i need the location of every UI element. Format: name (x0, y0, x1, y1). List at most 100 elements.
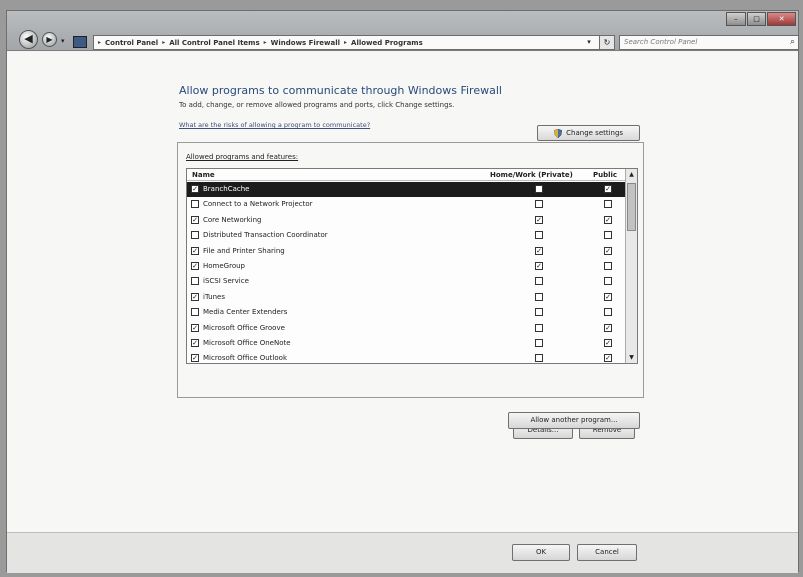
breadcrumb-separator[interactable]: ▸ (264, 39, 267, 46)
control-panel-icon (73, 36, 87, 48)
program-enabled-checkbox[interactable]: ✓ (191, 338, 199, 347)
breadcrumb-separator[interactable]: ▸ (162, 39, 165, 46)
table-row[interactable]: ✓ iTunes ✓ (187, 290, 627, 305)
table-row[interactable]: ✓ BranchCache ✓ (187, 182, 627, 198)
program-enabled-checkbox[interactable] (191, 231, 199, 240)
table-row[interactable]: ✓ HomeGroup ✓ (187, 259, 627, 274)
table-row[interactable]: ✓ Microsoft Office OneNote ✓ (187, 336, 627, 351)
breadcrumb-control-panel[interactable]: Control Panel (105, 39, 158, 47)
home-work-checkbox[interactable]: ✓ (535, 261, 543, 270)
minimize-button[interactable]: – (726, 12, 746, 26)
public-checkbox[interactable] (604, 308, 612, 317)
program-enabled-checkbox[interactable]: ✓ (191, 185, 199, 193)
breadcrumb-all-items[interactable]: All Control Panel Items (169, 39, 259, 47)
table-row[interactable]: ✓ Microsoft Office Groove ✓ (187, 321, 627, 336)
program-name: Media Center Extenders (203, 308, 288, 317)
public-checkbox[interactable]: ✓ (604, 185, 612, 193)
close-button[interactable]: ✕ (767, 12, 797, 26)
home-work-checkbox[interactable]: ✓ (535, 246, 543, 255)
program-enabled-checkbox[interactable]: ✓ (191, 323, 199, 332)
program-name: Distributed Transaction Coordinator (203, 231, 328, 240)
programs-list[interactable]: Name Home/Work (Private) Public ✓ BranchC… (186, 168, 638, 364)
table-row[interactable]: Connect to a Network Projector (187, 197, 627, 212)
program-name: iTunes (203, 292, 225, 301)
table-row[interactable]: Media Center Extenders (187, 305, 627, 320)
address-dropdown-button[interactable]: ▾ (579, 36, 599, 49)
home-work-checkbox[interactable]: ✓ (535, 215, 543, 224)
home-work-checkbox[interactable] (535, 277, 543, 286)
home-work-checkbox[interactable] (535, 292, 543, 301)
home-work-checkbox[interactable] (535, 200, 543, 209)
home-work-checkbox[interactable] (535, 185, 543, 193)
column-header-home-work[interactable]: Home/Work (Private) (490, 171, 573, 179)
home-work-checkbox[interactable] (535, 354, 543, 363)
program-name: Connect to a Network Projector (203, 200, 313, 209)
address-bar[interactable]: ▸ Control Panel ▸ All Control Panel Item… (93, 35, 601, 50)
home-work-checkbox[interactable] (535, 338, 543, 347)
program-name: HomeGroup (203, 261, 245, 270)
program-enabled-checkbox[interactable]: ✓ (191, 246, 199, 255)
program-enabled-checkbox[interactable]: ✓ (191, 354, 199, 363)
public-checkbox[interactable] (604, 277, 612, 286)
list-header: Name Home/Work (Private) Public (187, 169, 627, 181)
table-row[interactable]: ✓ Microsoft Office Outlook ✓ (187, 351, 627, 363)
public-checkbox[interactable]: ✓ (604, 338, 612, 347)
risks-link[interactable]: What are the risks of allowing a program… (179, 121, 370, 129)
breadcrumb-windows-firewall[interactable]: Windows Firewall (271, 39, 340, 47)
footer: OK Cancel (7, 532, 798, 573)
refresh-button[interactable]: ↻ (599, 35, 615, 50)
maximize-button[interactable]: □ (746, 12, 767, 26)
program-enabled-checkbox[interactable]: ✓ (191, 292, 199, 301)
breadcrumb-separator[interactable]: ▸ (344, 39, 347, 46)
public-checkbox[interactable] (604, 231, 612, 240)
list-scrollbar[interactable]: ▲ ▼ (625, 169, 637, 363)
public-checkbox[interactable]: ✓ (604, 215, 612, 224)
page-instructions: To add, change, or remove allowed progra… (179, 101, 455, 109)
recent-pages-dropdown[interactable]: ▾ (61, 37, 65, 45)
back-button[interactable]: ◀ (19, 30, 38, 49)
public-checkbox[interactable]: ✓ (604, 323, 612, 332)
public-checkbox[interactable] (604, 200, 612, 209)
content-area: Allow programs to communicate through Wi… (7, 52, 798, 532)
program-name: Microsoft Office Groove (203, 323, 285, 332)
breadcrumb-allowed-programs[interactable]: Allowed Programs (351, 39, 423, 47)
ok-button[interactable]: OK (512, 544, 570, 561)
breadcrumb-separator: ▸ (98, 39, 102, 46)
program-enabled-checkbox[interactable]: ✓ (191, 215, 199, 224)
shield-icon (553, 128, 562, 138)
table-row[interactable]: ✓ File and Printer Sharing ✓ ✓ (187, 244, 627, 259)
program-name: iSCSI Service (203, 277, 249, 286)
window-controls: – □ ✕ (726, 12, 797, 26)
public-checkbox[interactable]: ✓ (604, 292, 612, 301)
public-checkbox[interactable]: ✓ (604, 246, 612, 255)
program-enabled-checkbox[interactable] (191, 200, 199, 209)
program-name: BranchCache (203, 185, 250, 193)
allow-another-program-button[interactable]: Allow another program... (508, 412, 640, 429)
page-title: Allow programs to communicate through Wi… (179, 84, 502, 97)
program-name: Microsoft Office OneNote (203, 338, 291, 347)
cancel-button[interactable]: Cancel (577, 544, 637, 561)
home-work-checkbox[interactable] (535, 323, 543, 332)
program-enabled-checkbox[interactable] (191, 277, 199, 286)
column-header-name[interactable]: Name (192, 171, 215, 179)
scroll-up-icon[interactable]: ▲ (626, 169, 637, 180)
program-enabled-checkbox[interactable]: ✓ (191, 261, 199, 270)
column-header-public[interactable]: Public (593, 171, 617, 179)
search-input[interactable]: Search Control Panel ⌕ (619, 35, 799, 50)
forward-button[interactable]: ▶ (42, 32, 57, 47)
window: ◀ ▶ ▾ ▸ Control Panel ▸ All Control Pane… (6, 10, 799, 573)
refresh-icon: ↻ (603, 38, 611, 47)
search-icon[interactable]: ⌕ (790, 36, 795, 49)
change-settings-button[interactable]: Change settings (537, 125, 640, 141)
program-enabled-checkbox[interactable] (191, 308, 199, 317)
public-checkbox[interactable]: ✓ (604, 354, 612, 363)
table-row[interactable]: iSCSI Service (187, 274, 627, 289)
table-row[interactable]: ✓ Core Networking ✓ ✓ (187, 213, 627, 228)
group-title: Allowed programs and features: (186, 153, 299, 161)
table-row[interactable]: Distributed Transaction Coordinator (187, 228, 627, 243)
home-work-checkbox[interactable] (535, 231, 543, 240)
scroll-thumb[interactable] (627, 183, 636, 231)
scroll-down-icon[interactable]: ▼ (626, 352, 637, 363)
public-checkbox[interactable] (604, 261, 612, 270)
home-work-checkbox[interactable] (535, 308, 543, 317)
